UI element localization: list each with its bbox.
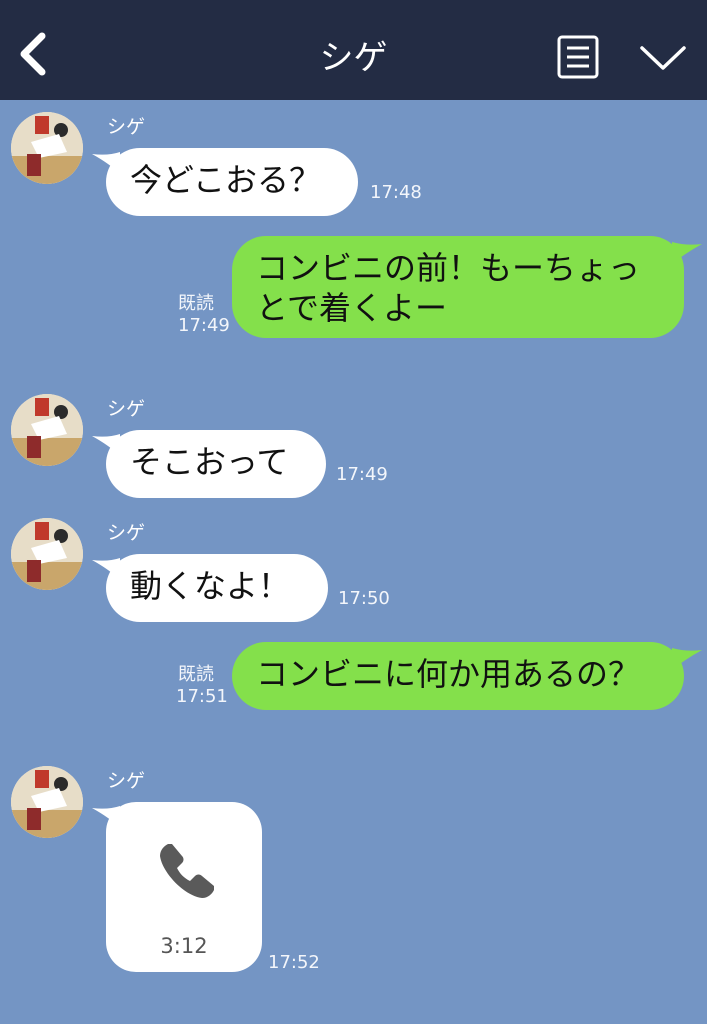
message-bubble[interactable]: 今どこおる？	[106, 148, 358, 216]
message-time: 17:49	[178, 315, 230, 336]
phone-icon	[160, 844, 214, 898]
bubble-tail	[672, 242, 702, 264]
avatar[interactable]	[11, 394, 83, 466]
notes-menu-button[interactable]	[556, 34, 600, 80]
chat-header: シゲ	[0, 0, 707, 100]
message-bubble[interactable]: コンビニに何か用あるの？	[232, 642, 684, 710]
read-receipt: 既読	[178, 293, 214, 314]
message-bubble[interactable]: 動くなよ！	[106, 554, 328, 622]
message-time: 17:52	[268, 952, 320, 973]
message-time: 17:49	[336, 464, 388, 485]
avatar[interactable]	[11, 518, 83, 590]
call-duration: 3:12	[160, 934, 208, 958]
avatar-photo	[11, 518, 83, 590]
avatar-photo	[11, 112, 83, 184]
bubble-tail	[672, 648, 702, 670]
collapse-button[interactable]	[638, 40, 688, 76]
message-time: 17:48	[370, 182, 422, 203]
message-time: 17:50	[338, 588, 390, 609]
chevron-down-icon	[640, 46, 686, 70]
message-text-line: コンビニの前！もーちょっ	[256, 249, 641, 287]
message-bubble[interactable]: そこおって	[106, 430, 326, 498]
read-receipt: 既読	[178, 664, 214, 685]
notes-menu-icon	[557, 35, 599, 79]
sender-name: シゲ	[107, 522, 146, 544]
call-bubble[interactable]: 3:12	[106, 802, 262, 972]
avatar-photo	[11, 394, 83, 466]
message-bubble[interactable]: コンビニの前！もーちょっ とで着くよー	[232, 236, 684, 338]
message-text-line: とで着くよー	[256, 289, 448, 327]
sender-name: シゲ	[107, 398, 146, 420]
sender-name: シゲ	[107, 770, 146, 792]
chat-title: シゲ	[319, 38, 388, 78]
avatar[interactable]	[11, 766, 83, 838]
avatar-photo	[11, 766, 83, 838]
message-time: 17:51	[176, 686, 228, 707]
sender-name: シゲ	[107, 116, 146, 138]
avatar[interactable]	[11, 112, 83, 184]
